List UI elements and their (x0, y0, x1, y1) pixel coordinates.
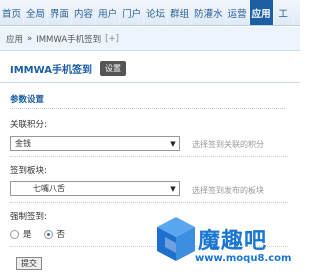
breadcrumb: 应用 » IMMWA手机签到 [+] (0, 27, 300, 51)
points-label: 关联积分: (10, 120, 47, 130)
plugin-title-bar: IMMWA手机签到 设置 (10, 61, 126, 76)
breadcrumb-separator: » (27, 33, 33, 44)
points-select-value: 金钱 (15, 139, 31, 148)
divider (0, 82, 300, 83)
points-hint: 选择签到关联的积分 (192, 140, 264, 149)
chevron-down-icon: ▼ (170, 139, 176, 148)
divider (10, 156, 288, 157)
forced-label: 强制签到: (10, 212, 47, 222)
nav-item-home[interactable]: 首页 (0, 0, 25, 25)
top-nav: 首页 全局 界面 内容 用户 门户 论坛 群组 防灌水 运营 应用 工 (0, 0, 300, 26)
forum-label: 签到板块: (10, 166, 47, 176)
nav-item-groups[interactable]: 群组 (168, 0, 193, 25)
breadcrumb-page: IMMWA手机签到 (36, 34, 102, 45)
nav-item-tools[interactable]: 工 (274, 0, 294, 25)
forum-select-value: 七嘴八舌 (33, 184, 65, 193)
nav-item-users[interactable]: 用户 (96, 0, 121, 25)
divider (10, 202, 288, 203)
points-select[interactable]: 金钱 ▼ (10, 136, 180, 151)
nav-item-global[interactable]: 全局 (24, 0, 49, 25)
watermark-brand: 魔趣吧 (198, 229, 268, 254)
forum-select[interactable]: 七嘴八舌 ▼ (10, 181, 180, 196)
nav-item-forum[interactable]: 论坛 (144, 0, 169, 25)
chevron-down-icon: ▼ (170, 184, 176, 193)
nav-item-operations[interactable]: 运营 (226, 0, 250, 25)
forum-hint: 选择签到发布的板块 (192, 186, 264, 195)
settings-tab-button[interactable]: 设置 (99, 61, 126, 76)
radio-no-label: 否 (56, 230, 66, 240)
plugin-title: IMMWA手机签到 (10, 65, 92, 76)
nav-item-portal[interactable]: 门户 (120, 0, 145, 25)
radio-yes[interactable] (10, 229, 19, 239)
breadcrumb-root[interactable]: 应用 (6, 33, 23, 45)
nav-item-content[interactable]: 内容 (72, 0, 97, 25)
nav-item-interface[interactable]: 界面 (48, 0, 73, 25)
section-header: 参数设置 (10, 93, 285, 109)
watermark-url: www.moqu8.com (195, 253, 292, 264)
forced-radio-group: 是 否 (10, 228, 65, 240)
radio-yes-label: 是 (23, 230, 32, 240)
watermark-logo: 魔趣吧 www.moqu8.com (155, 213, 295, 271)
breadcrumb-add-shortcut[interactable]: [+] (105, 34, 119, 44)
radio-no[interactable] (43, 229, 53, 239)
submit-button[interactable]: 提交 (16, 257, 42, 270)
cube-logo-icon (157, 217, 195, 261)
nav-item-antispam[interactable]: 防灌水 (192, 0, 226, 25)
nav-item-apps[interactable]: 应用 (249, 0, 274, 25)
